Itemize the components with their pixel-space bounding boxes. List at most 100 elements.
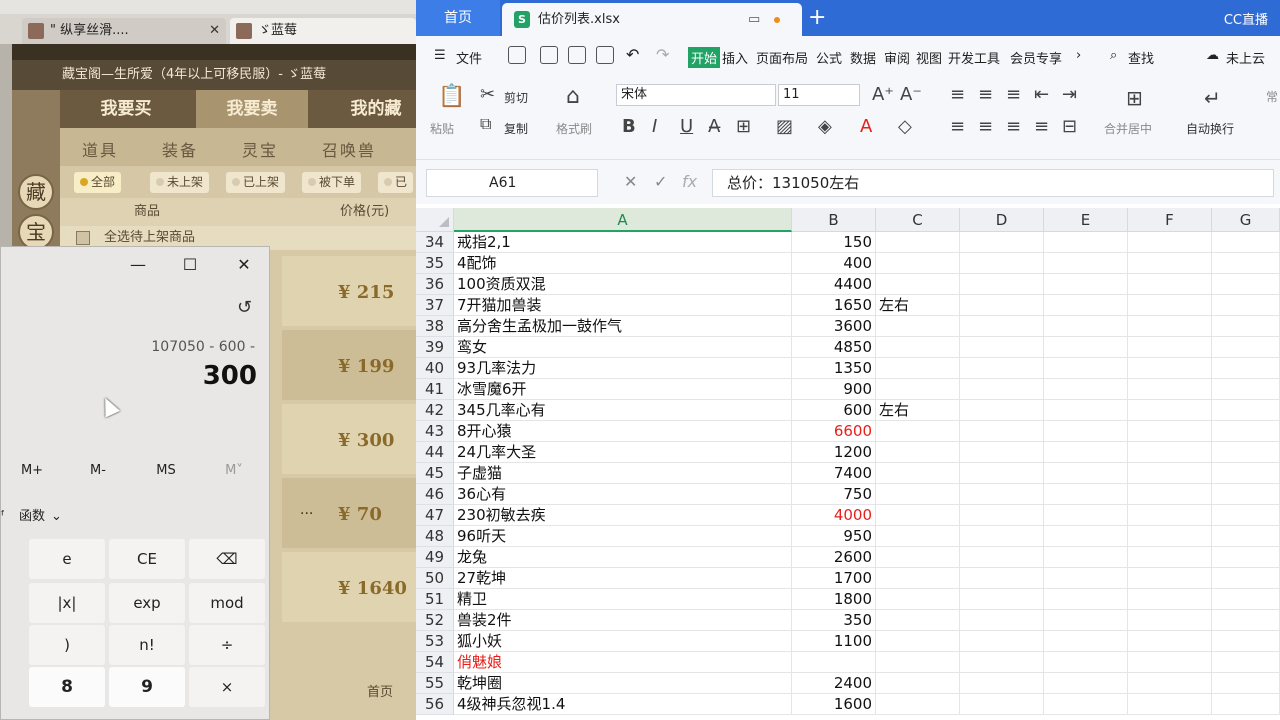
cell-d[interactable]	[960, 463, 1044, 484]
row-number[interactable]: 51	[416, 589, 454, 610]
copy-label[interactable]: 复制	[504, 120, 528, 137]
row-number[interactable]: 37	[416, 295, 454, 316]
cell-g[interactable]	[1212, 547, 1280, 568]
style-normal-label[interactable]: 常	[1266, 88, 1278, 105]
row-number[interactable]: 41	[416, 379, 454, 400]
export-icon[interactable]	[540, 46, 558, 64]
cell-g[interactable]	[1212, 295, 1280, 316]
cell-b[interactable]: 1600	[792, 694, 876, 715]
cell-g[interactable]	[1212, 631, 1280, 652]
align-left-icon[interactable]: ≡	[950, 116, 965, 137]
cell-d[interactable]	[960, 253, 1044, 274]
menu-page-layout[interactable]: 页面布局	[756, 48, 808, 67]
cell-c[interactable]	[876, 253, 960, 274]
cell-e[interactable]	[1044, 673, 1128, 694]
key-multiply[interactable]: ×	[189, 667, 265, 707]
font-size-select[interactable]: 11	[778, 84, 860, 106]
cell-a[interactable]: 4配饰	[454, 253, 792, 274]
cell-c[interactable]: 左右	[876, 295, 960, 316]
cell-g[interactable]	[1212, 589, 1280, 610]
cell-d[interactable]	[960, 316, 1044, 337]
cell-b[interactable]: 7400	[792, 463, 876, 484]
cell-e[interactable]	[1044, 505, 1128, 526]
row-number[interactable]: 40	[416, 358, 454, 379]
cell-a[interactable]: 24几率大圣	[454, 442, 792, 463]
cell-f[interactable]	[1128, 442, 1212, 463]
cell-d[interactable]	[960, 610, 1044, 631]
cell-b[interactable]: 4000	[792, 505, 876, 526]
cell-g[interactable]	[1212, 379, 1280, 400]
cell-g[interactable]	[1212, 358, 1280, 379]
row-number[interactable]: 44	[416, 442, 454, 463]
cell-f[interactable]	[1128, 547, 1212, 568]
cell-e[interactable]	[1044, 232, 1128, 253]
browser-tab-2[interactable]: ゞ蓝莓	[230, 18, 416, 44]
cell-c[interactable]	[876, 463, 960, 484]
cell-a[interactable]: 27乾坤	[454, 568, 792, 589]
cell-e[interactable]	[1044, 337, 1128, 358]
cell-b[interactable]: 400	[792, 253, 876, 274]
cell-g[interactable]	[1212, 694, 1280, 715]
cell-a[interactable]: 8开心猿	[454, 421, 792, 442]
cell-b[interactable]: 350	[792, 610, 876, 631]
cell-e[interactable]	[1044, 463, 1128, 484]
cell-f[interactable]	[1128, 274, 1212, 295]
merge-icon[interactable]: ⊞	[1126, 86, 1143, 110]
cell-a[interactable]: 345几率心有	[454, 400, 792, 421]
paste-label[interactable]: 粘贴	[430, 120, 454, 137]
format-painter-icon[interactable]: ⌂	[566, 84, 580, 109]
cell-e[interactable]	[1044, 484, 1128, 505]
cell-d[interactable]	[960, 379, 1044, 400]
cell-g[interactable]	[1212, 316, 1280, 337]
browser-tab-1[interactable]: " 纵享丝滑.... ✕	[22, 18, 226, 44]
row-number[interactable]: 42	[416, 400, 454, 421]
cell-b[interactable]: 600	[792, 400, 876, 421]
column-header-f[interactable]: F	[1128, 208, 1212, 232]
row-number[interactable]: 47	[416, 505, 454, 526]
wrap-text-label[interactable]: 自动换行	[1186, 120, 1234, 137]
memory-store-button[interactable]: MS	[141, 463, 191, 478]
cell-f[interactable]	[1128, 379, 1212, 400]
cell-e[interactable]	[1044, 400, 1128, 421]
cell-a[interactable]: 鸾女	[454, 337, 792, 358]
indent-increase-icon[interactable]: ⇥	[1062, 84, 1077, 105]
cell-d[interactable]	[960, 484, 1044, 505]
fill-color-icon[interactable]: ◈	[818, 116, 832, 137]
cell-g[interactable]	[1212, 673, 1280, 694]
key-abs[interactable]: |x|	[29, 583, 105, 623]
row-number[interactable]: 34	[416, 232, 454, 253]
cell-b[interactable]: 1100	[792, 631, 876, 652]
cell-g[interactable]	[1212, 337, 1280, 358]
cell-d[interactable]	[960, 526, 1044, 547]
cell-a[interactable]: 93几率法力	[454, 358, 792, 379]
key-factorial[interactable]: n!	[109, 625, 185, 665]
cell-f[interactable]	[1128, 505, 1212, 526]
cut-label[interactable]: 剪切	[504, 89, 528, 106]
save-icon[interactable]	[508, 46, 526, 64]
cell-a[interactable]: 兽装2件	[454, 610, 792, 631]
cell-e[interactable]	[1044, 547, 1128, 568]
cell-a[interactable]: 36心有	[454, 484, 792, 505]
cell-d[interactable]	[960, 337, 1044, 358]
cell-b[interactable]: 950	[792, 526, 876, 547]
cell-e[interactable]	[1044, 610, 1128, 631]
preview-icon[interactable]	[596, 46, 614, 64]
column-header-d[interactable]: D	[960, 208, 1044, 232]
cell-e[interactable]	[1044, 358, 1128, 379]
cell-e[interactable]	[1044, 316, 1128, 337]
column-header-b[interactable]: B	[792, 208, 876, 232]
align-right-icon[interactable]: ≡	[1006, 116, 1021, 137]
cell-c[interactable]	[876, 547, 960, 568]
italic-button[interactable]: I	[652, 116, 657, 137]
cell-b[interactable]: 4400	[792, 274, 876, 295]
cell-e[interactable]	[1044, 631, 1128, 652]
menu-formula[interactable]: 公式	[816, 48, 842, 67]
cell-b[interactable]: 150	[792, 232, 876, 253]
menu-view[interactable]: 视图	[916, 48, 942, 67]
key-ce[interactable]: CE	[109, 539, 185, 579]
cloud-icon[interactable]: ☁	[1206, 48, 1219, 63]
cell-e[interactable]	[1044, 253, 1128, 274]
cell-c[interactable]	[876, 274, 960, 295]
cell-b[interactable]: 1200	[792, 442, 876, 463]
row-number[interactable]: 56	[416, 694, 454, 715]
